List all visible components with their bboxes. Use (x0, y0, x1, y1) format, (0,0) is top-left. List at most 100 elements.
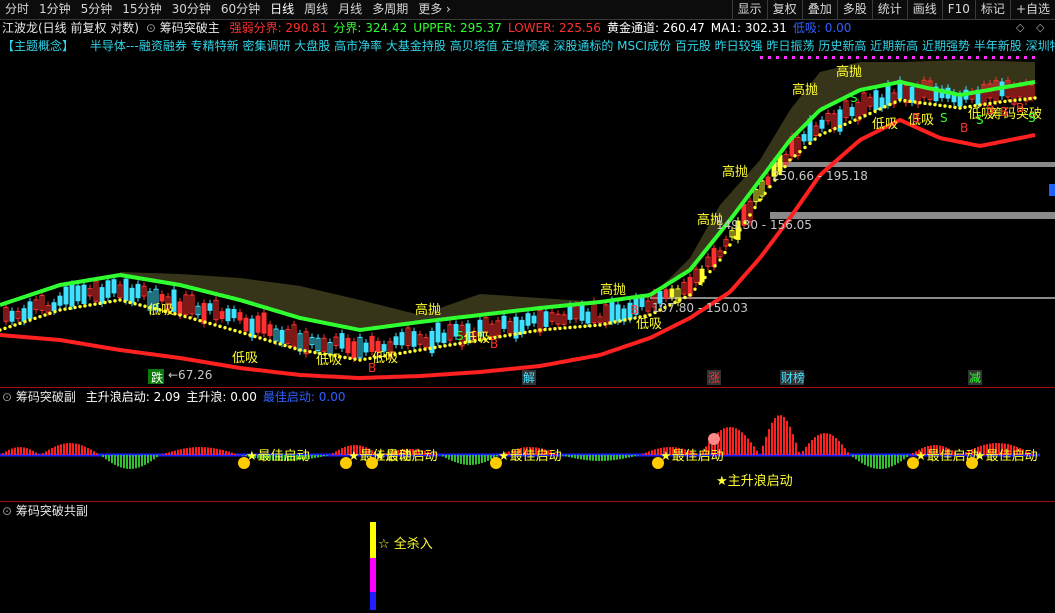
golden-channel-dot (98, 301, 102, 306)
add-watchlist-button[interactable]: +自选 (1009, 0, 1055, 19)
mark-button[interactable]: 标记 (974, 0, 1010, 19)
concept-label: 【主题概念】 (2, 39, 75, 53)
sub-indicator-value: 0.00 (314, 390, 346, 404)
golden-channel-dot (208, 321, 212, 326)
tab-5min[interactable]: 5分钟 (76, 0, 118, 19)
golden-channel-dot (103, 300, 107, 305)
golden-channel-dot (718, 258, 722, 262)
adjust-button[interactable]: 复权 (766, 0, 802, 19)
tab-fenshi[interactable]: 分时 (0, 0, 34, 19)
candle-body (411, 331, 417, 347)
golden-channel-dot (503, 334, 507, 338)
signal-dot (912, 56, 915, 59)
golden-channel-dot (13, 323, 17, 327)
candle-body (75, 285, 81, 302)
draw-line-button[interactable]: 画线 (906, 0, 942, 19)
price-range-label: ←67.26 (168, 368, 212, 382)
overlay-button[interactable]: 叠加 (801, 0, 837, 19)
bottom-indicator-name[interactable]: 筹码突破共副 (16, 504, 88, 518)
annotation-label: 低吸 (148, 303, 174, 318)
tab-30min[interactable]: 30分钟 (167, 0, 216, 19)
sub-toggle-icon[interactable]: ⊙ (2, 390, 12, 404)
signal-dot (840, 56, 843, 59)
panel-divider (0, 387, 1055, 388)
tab-daily[interactable]: 日线 (265, 0, 299, 19)
main-indicator-item: LOWER: 225.56 (508, 21, 601, 35)
sub-oscillator-chart[interactable]: ★最佳启动 ★最佳启动★最佳启动 ★最佳启动 ★最佳启动 ★最佳启动★最佳启动★主升浪启… (0, 403, 1055, 499)
golden-channel-dot (88, 303, 92, 307)
golden-channel-dot (28, 318, 32, 322)
tool-buttons: 显示 复权 叠加 多股 统计 画线 F10 标记 +自选 (731, 0, 1055, 19)
golden-channel-dot (1003, 99, 1007, 104)
bottom-signal-chart[interactable]: ☆ 全杀入 (0, 518, 1055, 611)
sub-indicator-name[interactable]: 筹码突破副 (16, 390, 76, 404)
indicator-name[interactable]: 筹码突破主 (160, 21, 220, 35)
zoom-icon[interactable]: ◇ (1036, 21, 1044, 34)
trade-mark: B (1000, 105, 1008, 119)
candle-body (639, 298, 645, 307)
golden-channel-dot (68, 306, 72, 311)
f10-button[interactable]: F10 (941, 0, 975, 19)
golden-channel-dot (83, 304, 87, 308)
candle-body (21, 308, 27, 322)
golden-channel-dot (568, 325, 572, 330)
golden-channel-dot (818, 133, 822, 137)
best-start-signal: ★最佳启动 (660, 449, 724, 464)
golden-channel-dot (763, 191, 767, 196)
candle-body (237, 312, 243, 321)
best-start-signal: ★最佳启动 (374, 449, 438, 464)
chart-settings-icon[interactable]: ◇ (1016, 21, 1024, 34)
golden-channel-dot (8, 324, 12, 329)
candle-body (345, 337, 351, 354)
tab-multi-period[interactable]: 多周期 (367, 0, 413, 19)
event-label: 财榜 (781, 370, 805, 385)
candle-body (339, 333, 345, 349)
golden-channel-dot (733, 235, 737, 240)
golden-channel-dot (398, 351, 402, 356)
best-start-signal: ★最佳启动 (974, 449, 1038, 464)
main-candlestick-chart[interactable]: 高抛高抛高抛高抛高抛高抛低吸低吸低吸低吸低吸低吸低吸低吸跌跌低吸筹码突破←67.… (0, 52, 1055, 387)
display-button[interactable]: 显示 (731, 0, 767, 19)
golden-channel-dot (958, 106, 962, 110)
golden-channel-dot (428, 346, 432, 351)
golden-channel-dot (838, 124, 842, 129)
signal-dot (784, 56, 787, 59)
golden-channel-dot (748, 213, 752, 217)
period-toolbar: 分时 1分钟 5分钟 15分钟 30分钟 60分钟 日线 周线 月线 多周期 更… (0, 0, 1055, 20)
golden-channel-dot (833, 126, 837, 131)
tab-60min[interactable]: 60分钟 (216, 0, 265, 19)
statistics-button[interactable]: 统计 (871, 0, 907, 19)
golden-channel-dot (563, 326, 567, 330)
golden-channel-dot (618, 319, 622, 323)
price-range-label: 107.80 - 150.03 (652, 301, 748, 315)
tab-15min[interactable]: 15分钟 (117, 0, 166, 19)
golden-channel-dot (213, 323, 217, 327)
golden-channel-dot (303, 349, 307, 353)
tab-1min[interactable]: 1分钟 (34, 0, 76, 19)
main-indicator-item: 低吸: 0.00 (793, 21, 852, 35)
tab-more[interactable]: 更多 › (413, 0, 456, 19)
full-buy-signal: ☆ 全杀入 (378, 536, 433, 552)
main-indicator-item: UPPER: 295.37 (413, 21, 502, 35)
multi-stock-button[interactable]: 多股 (836, 0, 872, 19)
candle-body (873, 90, 879, 111)
signal-dot (904, 56, 907, 59)
golden-channel-dot (783, 164, 787, 169)
signal-dot (1016, 56, 1019, 59)
trade-mark: S (976, 113, 984, 127)
golden-channel-dot (343, 355, 347, 360)
candle-body (531, 315, 537, 324)
candle-body (123, 278, 129, 301)
tab-monthly[interactable]: 月线 (333, 0, 367, 19)
golden-channel-dot (813, 137, 817, 141)
trade-mark: S (1028, 111, 1036, 125)
candle-body (243, 317, 249, 332)
golden-channel-dot (918, 100, 922, 105)
golden-channel-dot (963, 105, 967, 109)
golden-channel-dot (553, 327, 557, 331)
bottom-toggle-icon[interactable]: ⊙ (2, 504, 12, 518)
golden-channel-dot (108, 299, 112, 304)
tab-weekly[interactable]: 周线 (299, 0, 333, 19)
golden-channel-dot (253, 334, 257, 339)
indicator-toggle-icon[interactable]: ⊙ (146, 21, 156, 35)
